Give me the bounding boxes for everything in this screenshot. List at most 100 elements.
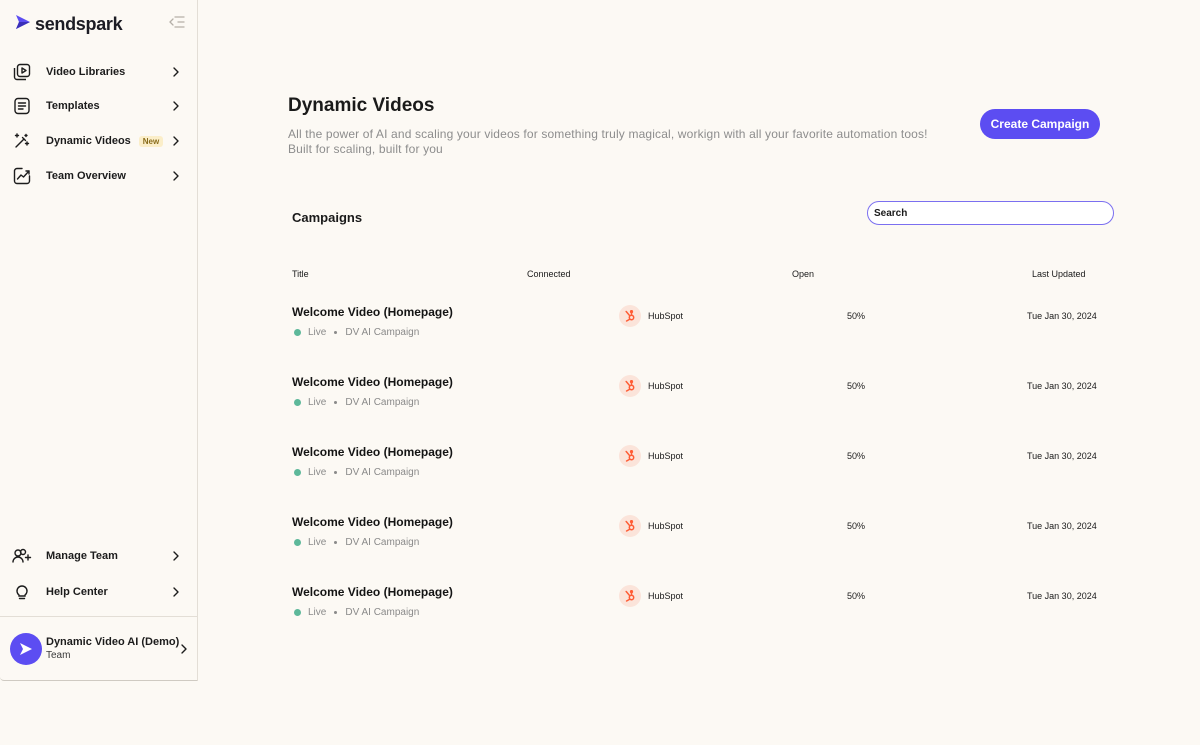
campaign-status: Live DV AI Campaign [294,537,419,548]
table-row[interactable]: Welcome Video (Homepage) Live DV AI Camp… [288,305,1118,355]
open-rate: 50% [847,591,866,601]
status-label: Live [308,327,327,338]
last-updated-date: Tue Jan 30, 2024 [1027,381,1097,391]
lightbulb-icon [12,582,32,602]
chevron-right-icon [180,643,188,655]
campaign-status: Live DV AI Campaign [294,397,419,408]
last-updated-date: Tue Jan 30, 2024 [1027,591,1097,601]
sidebar-item-label: Dynamic Videos [46,135,131,147]
hubspot-icon [619,585,641,607]
campaign-title[interactable]: Welcome Video (Homepage) [292,375,453,389]
table-row[interactable]: Welcome Video (Homepage) Live DV AI Camp… [288,445,1118,495]
chevron-right-icon [172,66,180,78]
collapse-sidebar-icon [169,15,185,33]
sidebar-item-label: Help Center [46,586,108,598]
sidebar-divider [0,616,197,617]
separator-dot [334,541,338,544]
sidebar-item-templates[interactable]: Templates [12,93,188,119]
campaign-type: DV AI Campaign [345,607,420,618]
status-label: Live [308,397,327,408]
collapse-sidebar-button[interactable] [168,16,186,32]
chevron-right-icon [172,100,180,112]
team-logo-icon [20,643,32,655]
campaign-type: DV AI Campaign [345,537,420,548]
video-library-icon [12,62,32,82]
sidebar-item-label: Video Libraries [46,66,126,78]
campaign-title[interactable]: Welcome Video (Homepage) [292,585,453,599]
column-header-last-updated: Last Updated [1032,269,1086,279]
sidebar-item-team-overview[interactable]: Team Overview [12,163,188,189]
sidebar-item-dynamic-videos[interactable]: Dynamic Videos New [12,128,188,154]
last-updated-date: Tue Jan 30, 2024 [1027,451,1097,461]
last-updated-date: Tue Jan 30, 2024 [1027,521,1097,531]
separator-dot [334,471,338,474]
integration-name: HubSpot [648,521,684,531]
connected-integration: HubSpot [619,375,683,397]
table-row[interactable]: Welcome Video (Homepage) Live DV AI Camp… [288,375,1118,425]
table-row[interactable]: Welcome Video (Homepage) Live DV AI Camp… [288,585,1118,635]
separator-dot [334,331,338,334]
sidebar-item-manage-team[interactable]: Manage Team [12,543,188,569]
campaign-status: Live DV AI Campaign [294,327,419,338]
team-switcher[interactable]: Dynamic Video AI (Demo) Team [10,632,192,666]
sidebar-item-help-center[interactable]: Help Center [12,579,188,605]
live-status-dot [294,609,301,616]
avatar [10,633,42,665]
team-name: Dynamic Video AI (Demo) [46,636,180,648]
campaign-status: Live DV AI Campaign [294,607,419,618]
hubspot-icon [619,445,641,467]
sidebar-item-label: Manage Team [46,550,118,562]
connected-integration: HubSpot [619,305,683,327]
campaign-type: DV AI Campaign [345,467,420,478]
status-label: Live [308,607,327,618]
live-status-dot [294,539,301,546]
brand-name: sendspark [35,13,123,34]
chevron-right-icon [172,170,180,182]
campaign-status: Live DV AI Campaign [294,467,419,478]
brand-logo[interactable]: sendspark [15,13,123,35]
page-title: Dynamic Videos [288,95,435,116]
open-rate: 50% [847,381,866,391]
live-status-dot [294,399,301,406]
campaign-type: DV AI Campaign [345,397,420,408]
integration-name: HubSpot [648,451,684,461]
create-campaign-button[interactable]: Create Campaign [980,109,1100,139]
sidebar: sendspark Video Libraries Templates Dyna… [0,0,198,681]
live-status-dot [294,329,301,336]
sidebar-item-label: Templates [46,100,100,112]
column-header-title: Title [292,269,309,279]
page-description: All the power of AI and scaling your vid… [288,127,928,156]
team-subtitle: Team [46,650,71,661]
magic-wand-icon [12,131,32,151]
search-input[interactable] [867,201,1114,225]
separator-dot [334,401,338,404]
templates-icon [12,96,32,116]
chart-icon [12,166,32,186]
add-users-icon [12,546,32,566]
last-updated-date: Tue Jan 30, 2024 [1027,311,1097,321]
separator-dot [334,611,338,614]
chevron-right-icon [172,586,180,598]
hubspot-icon [619,305,641,327]
chevron-right-icon [172,550,180,562]
connected-integration: HubSpot [619,585,683,607]
column-header-connected: Connected [527,269,571,279]
sidebar-item-label: Team Overview [46,170,126,182]
live-status-dot [294,469,301,476]
new-badge: New [138,135,164,147]
integration-name: HubSpot [648,381,684,391]
integration-name: HubSpot [648,311,684,321]
table-row[interactable]: Welcome Video (Homepage) Live DV AI Camp… [288,515,1118,565]
chevron-right-icon [172,135,180,147]
status-label: Live [308,537,327,548]
section-title: Campaigns [292,210,363,225]
sidebar-item-video-libraries[interactable]: Video Libraries [12,59,188,85]
campaign-title[interactable]: Welcome Video (Homepage) [292,445,453,459]
campaign-title[interactable]: Welcome Video (Homepage) [292,305,453,319]
connected-integration: HubSpot [619,445,683,467]
campaign-title[interactable]: Welcome Video (Homepage) [292,515,453,529]
campaign-type: DV AI Campaign [345,327,420,338]
column-header-open: Open [792,269,815,279]
status-label: Live [308,467,327,478]
open-rate: 50% [847,451,866,461]
